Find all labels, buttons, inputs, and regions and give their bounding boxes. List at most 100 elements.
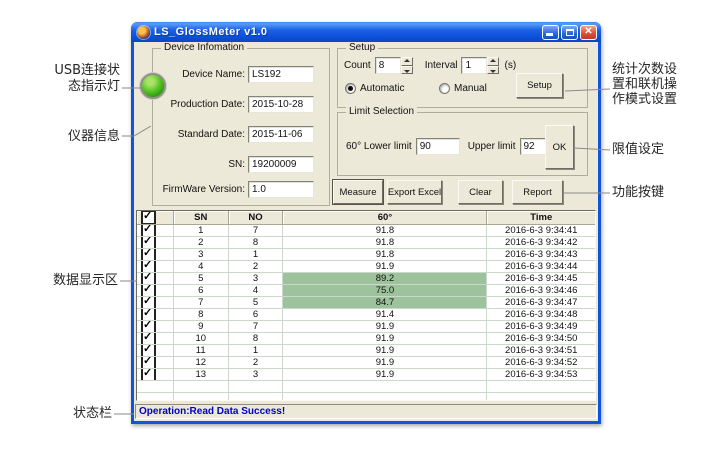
- table-row[interactable]: 1791.82016-6-3 9:34:41: [137, 225, 595, 237]
- table-row[interactable]: 3191.82016-6-3 9:34:43: [137, 249, 595, 261]
- time-cell: 2016-6-3 9:34:45: [487, 273, 595, 285]
- usb-status-led-icon: [140, 73, 166, 99]
- row-checkbox[interactable]: [141, 321, 156, 333]
- device-field-value[interactable]: 2015-11-06: [248, 126, 314, 143]
- select-all-checkbox[interactable]: [141, 211, 156, 225]
- table-row[interactable]: 9791.92016-6-3 9:34:49: [137, 321, 595, 333]
- interval-input[interactable]: 1: [461, 57, 487, 74]
- row-checkbox[interactable]: [141, 309, 156, 321]
- table-row[interactable]: 2891.82016-6-3 9:34:42: [137, 237, 595, 249]
- row-checkbox-cell: [137, 345, 174, 357]
- annotation-line: 仪器信息: [30, 129, 120, 145]
- close-button[interactable]: ✕: [580, 25, 597, 40]
- table-row[interactable]: 6475.02016-6-3 9:34:46: [137, 285, 595, 297]
- minimize-button[interactable]: [542, 25, 559, 40]
- time-cell: 2016-6-3 9:34:51: [487, 345, 595, 357]
- report-button[interactable]: Report: [512, 180, 563, 204]
- row-checkbox[interactable]: [141, 285, 156, 297]
- sn-cell: 2: [174, 237, 229, 249]
- annotation-line: 态指示灯: [30, 79, 120, 95]
- data-table: SN NO 60° Time 1791.82016-6-3 9:34:41289…: [136, 210, 596, 401]
- status-bar: Operation:Read Data Success!: [135, 404, 597, 419]
- row-checkbox[interactable]: [141, 333, 156, 345]
- table-row[interactable]: 8691.42016-6-3 9:34:48: [137, 309, 595, 321]
- value-cell: 91.9: [283, 369, 487, 381]
- value-cell: 91.9: [283, 345, 487, 357]
- annotation-line: 数据显示区: [22, 273, 118, 289]
- no-cell: 3: [229, 369, 284, 381]
- time-cell: 2016-6-3 9:34:46: [487, 285, 595, 297]
- automatic-radio[interactable]: [345, 83, 356, 94]
- automatic-radio-label[interactable]: Automatic: [360, 83, 404, 94]
- device-field-value[interactable]: 19200009: [248, 156, 314, 173]
- maximize-button[interactable]: [561, 25, 578, 40]
- row-checkbox[interactable]: [141, 297, 156, 309]
- manual-radio-label[interactable]: Manual: [454, 83, 487, 94]
- sn-cell: 11: [174, 345, 229, 357]
- device-field-value[interactable]: LS192: [248, 66, 314, 83]
- spin-down-icon[interactable]: [401, 66, 413, 75]
- table-row[interactable]: 11191.92016-6-3 9:34:51: [137, 345, 595, 357]
- clear-button[interactable]: Clear: [458, 180, 503, 204]
- no-cell: 3: [229, 273, 284, 285]
- manual-radio[interactable]: [439, 83, 450, 94]
- empty-cell: [174, 381, 229, 393]
- row-checkbox[interactable]: [141, 273, 156, 285]
- measure-button[interactable]: Measure: [333, 180, 383, 204]
- table-row[interactable]: 10891.92016-6-3 9:34:50: [137, 333, 595, 345]
- device-field-value[interactable]: 2015-10-28: [248, 96, 314, 113]
- spin-up-icon[interactable]: [401, 57, 413, 66]
- device-field-value[interactable]: 1.0: [248, 181, 314, 198]
- device-field-label: Standard Date:: [153, 129, 245, 140]
- no-cell: 8: [229, 333, 284, 345]
- ok-button[interactable]: OK: [545, 125, 574, 169]
- value-cell: 84.7: [283, 297, 487, 309]
- count-input[interactable]: 8: [375, 57, 401, 74]
- spin-down-icon[interactable]: [487, 66, 499, 75]
- table-row[interactable]: 5389.22016-6-3 9:34:45: [137, 273, 595, 285]
- no-cell: 2: [229, 357, 284, 369]
- sn-cell: 8: [174, 309, 229, 321]
- row-checkbox[interactable]: [141, 249, 156, 261]
- value-cell: 91.9: [283, 333, 487, 345]
- device-field-label: SN:: [153, 159, 245, 170]
- row-checkbox-cell: [137, 285, 174, 297]
- annotation-line: USB连接状: [30, 63, 120, 79]
- empty-table-row: [137, 381, 595, 393]
- select-all-cell: [137, 211, 174, 225]
- window-titlebar[interactable]: LS_GlossMeter v1.0 ✕: [131, 22, 601, 42]
- row-checkbox-cell: [137, 297, 174, 309]
- annotation-device-info-label: 仪器信息: [30, 129, 120, 145]
- interval-spinner[interactable]: [487, 57, 499, 74]
- lower-limit-input[interactable]: 90: [416, 138, 460, 155]
- lower-limit-label: 60° Lower limit: [346, 141, 412, 152]
- row-checkbox-cell: [137, 321, 174, 333]
- table-row[interactable]: 12291.92016-6-3 9:34:52: [137, 357, 595, 369]
- row-checkbox[interactable]: [141, 261, 156, 273]
- no-cell: 5: [229, 297, 284, 309]
- row-checkbox[interactable]: [141, 357, 156, 369]
- device-info-caption: Device Infomation: [161, 42, 247, 53]
- interval-label: Interval: [425, 60, 458, 71]
- export-excel-button[interactable]: Export Excel: [387, 180, 442, 204]
- header-sn: SN: [174, 211, 229, 225]
- client-area: Device Infomation Device Name:LS192Produ…: [134, 42, 598, 421]
- row-checkbox[interactable]: [141, 225, 156, 237]
- count-spinner[interactable]: [401, 57, 413, 74]
- sn-cell: 3: [174, 249, 229, 261]
- maximize-icon: [566, 29, 574, 36]
- setup-button[interactable]: Setup: [516, 73, 563, 98]
- value-cell: 91.8: [283, 237, 487, 249]
- spin-up-icon[interactable]: [487, 57, 499, 66]
- table-row[interactable]: 7584.72016-6-3 9:34:47: [137, 297, 595, 309]
- row-checkbox-cell: [137, 249, 174, 261]
- no-cell: 2: [229, 261, 284, 273]
- row-checkbox[interactable]: [141, 237, 156, 249]
- table-row[interactable]: 4291.92016-6-3 9:34:44: [137, 261, 595, 273]
- annotation-setup-label: 统计次数设 置和联机操 作模式设置: [612, 62, 716, 107]
- row-checkbox[interactable]: [141, 345, 156, 357]
- table-row[interactable]: 13391.92016-6-3 9:34:53: [137, 369, 595, 381]
- row-checkbox[interactable]: [141, 369, 156, 381]
- sn-cell: 13: [174, 369, 229, 381]
- time-cell: 2016-6-3 9:34:48: [487, 309, 595, 321]
